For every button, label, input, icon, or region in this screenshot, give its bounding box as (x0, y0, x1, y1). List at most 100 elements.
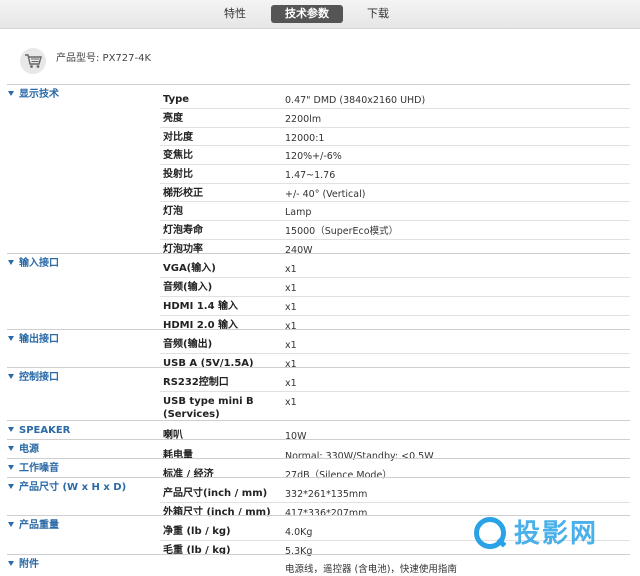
row-divider (160, 127, 630, 128)
spec-key: 灯泡功率 (163, 243, 279, 256)
spec-key: Type (163, 93, 279, 106)
spec-key: 对比度 (163, 131, 279, 144)
spec-key-text: Type (163, 94, 190, 105)
section-divider (7, 329, 630, 330)
spec-key-text: 灯泡功率 (163, 244, 203, 255)
spec-key: 标准 / 经济 (163, 468, 279, 481)
row-divider (160, 164, 630, 165)
spec-value: 1.47~1.76 (285, 170, 336, 181)
spec-key-text: 对比度 (163, 132, 193, 143)
spec-key-text: 净重 (lb / kg) (163, 526, 231, 537)
triangle-down-icon (8, 464, 14, 470)
spec-value: 10W (285, 431, 307, 442)
triangle-down-icon (8, 560, 14, 566)
spec-key-text: 音频(输出) (163, 339, 213, 350)
row-divider (160, 277, 630, 278)
spec-key-text: VGA(输入) (163, 263, 216, 274)
spec-key: 变焦比 (163, 149, 279, 162)
section-title: 显示技术 (19, 89, 59, 100)
section-title: 工作噪音 (19, 463, 59, 474)
section-divider (7, 420, 630, 421)
triangle-down-icon (8, 521, 14, 527)
spec-value: 240W (285, 245, 313, 256)
spec-value: 2200lm (285, 114, 322, 125)
section-header[interactable]: 产品尺寸 (W x H x D) (8, 480, 126, 498)
section-divider (7, 439, 630, 440)
spec-value: +/- 40° (Vertical) (285, 189, 366, 200)
row-divider (160, 183, 630, 184)
spec-value: 120%+/-6% (285, 151, 342, 162)
triangle-down-icon (8, 259, 14, 265)
tab-features[interactable]: 特性 (215, 5, 255, 23)
spec-key: VGA(输入) (163, 262, 279, 275)
row-divider (160, 220, 630, 221)
section-title: 附件 (19, 559, 39, 570)
triangle-down-icon (8, 335, 14, 341)
watermark-logo-icon (474, 517, 506, 549)
spec-value: x1 (285, 340, 297, 351)
spec-key: USB type mini B (Services) (163, 395, 279, 421)
section-divider (7, 477, 630, 478)
row-divider (160, 201, 630, 202)
spec-value: 0.47" DMD (3840x2160 UHD) (285, 95, 426, 106)
site-watermark: 投影网 (474, 511, 630, 567)
section-header[interactable]: 显示技术 (8, 87, 59, 105)
spec-value: x1 (285, 359, 297, 370)
spec-value: x1 (285, 321, 297, 332)
spec-key: 灯泡 (163, 205, 279, 218)
row-divider (160, 391, 630, 392)
tab-download[interactable]: 下载 (358, 5, 398, 23)
triangle-down-icon (8, 483, 14, 489)
spec-key: 产品尺寸(inch / mm) (163, 487, 279, 500)
section-title: SPEAKER (19, 425, 71, 436)
spec-key: 音频(输出) (163, 338, 279, 351)
section-header[interactable]: 输出接口 (8, 332, 59, 350)
spec-value: 15000（SuperEco模式） (285, 226, 399, 237)
section-divider (7, 253, 630, 254)
spec-value: x1 (285, 283, 297, 294)
spec-key-text: 产品尺寸(inch / mm) (163, 488, 268, 499)
spec-value: 27dB（Silence Mode） (285, 470, 392, 481)
watermark-text: 投影网 (514, 519, 599, 549)
spec-key: 耗电量 (163, 449, 279, 462)
spec-key-text: 灯泡寿命 (163, 225, 203, 236)
section-divider (7, 367, 630, 368)
row-divider (160, 353, 630, 354)
spec-key: 梯形校正 (163, 187, 279, 200)
shopping-cart-icon[interactable] (20, 48, 46, 74)
spec-key: 灯泡寿命 (163, 224, 279, 237)
section-header[interactable]: 附件 (8, 557, 39, 575)
spec-key-text: 灯泡 (163, 206, 183, 217)
row-divider (160, 296, 630, 297)
spec-key-text: USB type mini B (163, 396, 254, 407)
section-title: 输入接口 (19, 258, 59, 269)
section-header[interactable]: 产品重量 (8, 518, 59, 536)
section-title: 输出接口 (19, 334, 59, 345)
spec-key: RS232控制口 (163, 376, 279, 389)
spec-key-text: 亮度 (163, 113, 183, 124)
triangle-down-icon (8, 90, 14, 96)
section-header[interactable]: 输入接口 (8, 256, 59, 274)
spec-key-text: 投射比 (163, 169, 193, 180)
spec-value: x1 (285, 264, 297, 275)
section-header[interactable]: 控制接口 (8, 370, 59, 388)
spec-key: 外箱尺寸 (inch / mm) (163, 506, 279, 519)
spec-key-text: HDMI 2.0 输入 (163, 320, 239, 331)
spec-key: HDMI 2.0 输入 (163, 319, 279, 332)
spec-value: 12000:1 (285, 133, 325, 144)
product-model-header: 产品型号: PX727-4K (20, 44, 620, 78)
row-divider (160, 239, 630, 240)
spec-key: 亮度 (163, 112, 279, 125)
spec-key: 毛重 (lb / kg) (163, 544, 279, 557)
spec-key: 投射比 (163, 168, 279, 181)
row-divider (160, 502, 630, 503)
spec-key: 喇叭 (163, 429, 279, 442)
spec-key-text: 毛重 (lb / kg) (163, 545, 231, 556)
spec-key-text: 梯形校正 (163, 188, 203, 199)
spec-key-text: 喇叭 (163, 430, 183, 441)
spec-key-text: RS232控制口 (163, 377, 229, 388)
tab-specs[interactable]: 技术参数 (271, 5, 343, 23)
spec-key-text: 耗电量 (163, 450, 193, 461)
triangle-down-icon (8, 445, 14, 451)
triangle-down-icon (8, 373, 14, 379)
